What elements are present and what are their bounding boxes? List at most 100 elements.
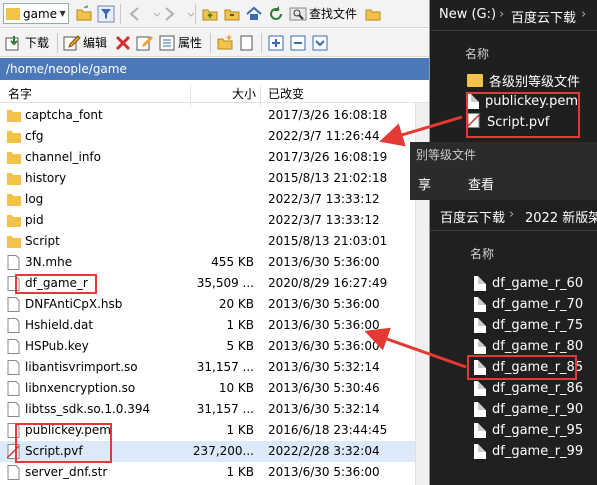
file-size: 1 KB	[226, 423, 254, 437]
file-modified: 2015/8/13 21:03:01	[268, 234, 388, 248]
file-name: log	[25, 192, 44, 206]
back-arrow-icon[interactable]	[126, 5, 144, 23]
list-item[interactable]: df_game_r_75	[474, 315, 583, 335]
breadcrumb-drive[interactable]: New (G:)	[439, 7, 496, 22]
filter-dropdown-icon[interactable]	[311, 34, 329, 52]
highlight-box-df-game-r	[15, 274, 97, 294]
edit-button[interactable]: 编辑	[83, 34, 107, 51]
column-name[interactable]: 名称	[465, 45, 489, 62]
separator	[210, 32, 212, 53]
divider	[430, 230, 597, 231]
ribbon-tab-share[interactable]: 享	[418, 174, 431, 193]
properties-icon[interactable]	[158, 34, 176, 52]
file-modified: 2013/6/30 5:36:00	[268, 255, 380, 269]
home-icon[interactable]	[245, 5, 263, 23]
highlight-box-df-game-r-85	[467, 355, 577, 380]
file-size: 31,157 ...	[196, 402, 254, 416]
download-button[interactable]: 下载	[25, 34, 49, 51]
refresh-icon[interactable]	[267, 5, 285, 23]
open-folder-icon[interactable]	[75, 4, 93, 23]
forward-arrow-icon[interactable]	[160, 5, 178, 23]
column-modified[interactable]: 已改变	[268, 85, 304, 102]
edit-icon[interactable]	[63, 34, 81, 52]
breadcrumb-folder[interactable]: 百度云下载	[440, 207, 505, 226]
folder-icon	[7, 171, 21, 186]
file-size: 10 KB	[218, 381, 254, 395]
rename-icon[interactable]	[136, 34, 154, 52]
list-item-label: df_game_r_75	[492, 317, 584, 333]
file-icon	[7, 339, 21, 354]
file-modified: 2013/6/30 5:36:00	[268, 297, 380, 311]
file-name: libantisvrimport.so	[25, 360, 138, 374]
filter-icon[interactable]	[97, 5, 115, 23]
column-header: 名字 大小 已改变	[0, 81, 429, 107]
file-icon	[7, 402, 21, 417]
table-row[interactable]: HSPub.key 5 KB 2013/6/30 5:36:00	[0, 336, 429, 357]
folder-icon	[7, 213, 21, 228]
ribbon-tab-view[interactable]: 查看	[468, 174, 494, 193]
table-row[interactable]: DNFAntiCpX.hsb 20 KB 2013/6/30 5:36:00	[0, 294, 429, 315]
find-files-label[interactable]: 查找文件	[309, 5, 357, 22]
breadcrumb-sub[interactable]: 2022 新版架	[525, 207, 597, 226]
list-item[interactable]: 各级别等级文件	[467, 70, 580, 90]
expand-icon[interactable]	[267, 34, 285, 52]
breadcrumb-folder[interactable]: 百度云下载	[511, 7, 576, 26]
list-item[interactable]: df_game_r_80	[474, 336, 583, 356]
list-item[interactable]: df_game_r_99	[474, 441, 583, 461]
sync-icon[interactable]	[364, 5, 382, 23]
table-row[interactable]: Hshield.dat 1 KB 2013/6/30 5:36:00	[0, 315, 429, 336]
separator	[57, 32, 59, 53]
list-item[interactable]: df_game_r_60	[474, 273, 583, 293]
directory-combo[interactable]: game ▼	[3, 3, 69, 24]
collapse-icon[interactable]	[289, 34, 307, 52]
table-row[interactable]: libantisvrimport.so 31,157 ... 2013/6/30 5…	[0, 357, 429, 378]
file-icon	[474, 296, 486, 312]
list-item[interactable]: df_game_r_90	[474, 399, 583, 419]
list-item[interactable]: df_game_r_70	[474, 294, 583, 314]
chevron-down-icon[interactable]	[182, 5, 195, 23]
folder-icon	[6, 7, 20, 20]
column-divider	[190, 85, 191, 107]
file-icon	[474, 338, 486, 354]
file-icon	[7, 381, 21, 396]
column-name[interactable]: 名字	[8, 85, 32, 102]
breadcrumb-chevron-icon: ›	[499, 7, 505, 22]
table-row[interactable]: history 2015/8/13 21:02:18	[0, 168, 429, 189]
table-row[interactable]: cfg 2022/3/7 11:26:44	[0, 126, 429, 147]
table-row[interactable]: 3N.mhe 455 KB 2013/6/30 5:36:00	[0, 252, 429, 273]
column-size[interactable]: 大小	[232, 85, 256, 102]
file-icon	[474, 275, 486, 291]
new-file-icon[interactable]	[238, 34, 256, 52]
path-bar[interactable]: /home/neople/game	[0, 58, 429, 80]
delete-icon[interactable]	[114, 34, 132, 52]
properties-button[interactable]: 属性	[178, 34, 202, 51]
table-row[interactable]: libnxencryption.so 10 KB 2013/6/30 5:30:46	[0, 378, 429, 399]
file-name: Script	[25, 234, 60, 248]
file-modified: 2013/6/30 5:36:00	[268, 465, 380, 479]
file-icon	[7, 465, 21, 480]
file-modified: 2015/8/13 21:02:18	[268, 171, 388, 185]
download-icon[interactable]	[5, 34, 23, 52]
file-modified: 2016/6/18 23:44:45	[268, 423, 388, 437]
chevron-down-icon[interactable]	[148, 5, 161, 23]
list-item-label: 各级别等级文件	[489, 74, 581, 90]
list-item-label: df_game_r_80	[492, 338, 584, 354]
table-row[interactable]: libtss_sdk.so.1.0.394 31,157 ... 2013/6/30…	[0, 399, 429, 420]
table-row[interactable]: pid 2022/3/7 13:33:12	[0, 210, 429, 231]
table-row[interactable]: channel_info 2017/3/26 16:08:19	[0, 147, 429, 168]
table-row[interactable]: log 2022/3/7 13:33:12	[0, 189, 429, 210]
parent-directory-icon[interactable]	[201, 5, 219, 23]
column-name[interactable]: 名称	[470, 245, 494, 262]
new-folder-icon[interactable]	[216, 34, 234, 52]
find-files-icon[interactable]	[289, 5, 307, 23]
folder-icon	[7, 192, 21, 207]
file-size: 5 KB	[226, 339, 254, 353]
table-row[interactable]: server_dnf.str 1 KB 2013/6/30 5:36:00	[0, 462, 429, 483]
list-item[interactable]: df_game_r_86	[474, 378, 583, 398]
table-row[interactable]: captcha_font 2017/3/26 16:08:18	[0, 105, 429, 126]
directory-combo-value: game	[23, 6, 58, 21]
root-directory-icon[interactable]	[223, 5, 241, 23]
table-row[interactable]: Script 2015/8/13 21:03:01	[0, 231, 429, 252]
list-item[interactable]: df_game_r_95	[474, 420, 583, 440]
file-name: cfg	[25, 129, 44, 143]
